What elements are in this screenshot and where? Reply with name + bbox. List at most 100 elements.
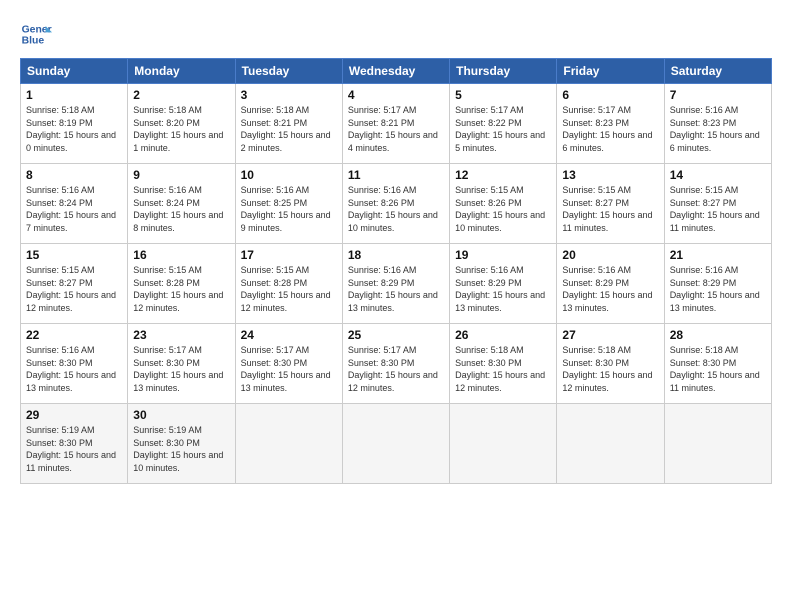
day-number: 24	[241, 328, 337, 342]
calendar-cell: 8 Sunrise: 5:16 AMSunset: 8:24 PMDaylight…	[21, 164, 128, 244]
calendar-cell: 22 Sunrise: 5:16 AMSunset: 8:30 PMDayligh…	[21, 324, 128, 404]
calendar-cell: 25 Sunrise: 5:17 AMSunset: 8:30 PMDayligh…	[342, 324, 449, 404]
day-info: Sunrise: 5:16 AMSunset: 8:29 PMDaylight:…	[562, 265, 652, 313]
weekday-header-sunday: Sunday	[21, 59, 128, 84]
day-info: Sunrise: 5:17 AMSunset: 8:30 PMDaylight:…	[241, 345, 331, 393]
week-row-5: 29 Sunrise: 5:19 AMSunset: 8:30 PMDayligh…	[21, 404, 772, 484]
day-info: Sunrise: 5:16 AMSunset: 8:29 PMDaylight:…	[348, 265, 438, 313]
day-info: Sunrise: 5:18 AMSunset: 8:30 PMDaylight:…	[562, 345, 652, 393]
day-number: 15	[26, 248, 122, 262]
day-info: Sunrise: 5:15 AMSunset: 8:27 PMDaylight:…	[562, 185, 652, 233]
day-info: Sunrise: 5:18 AMSunset: 8:20 PMDaylight:…	[133, 105, 223, 153]
calendar-cell: 19 Sunrise: 5:16 AMSunset: 8:29 PMDayligh…	[450, 244, 557, 324]
day-number: 19	[455, 248, 551, 262]
day-number: 11	[348, 168, 444, 182]
day-info: Sunrise: 5:18 AMSunset: 8:21 PMDaylight:…	[241, 105, 331, 153]
calendar-cell: 13Sunrise: 5:15 AMSunset: 8:27 PMDayligh…	[557, 164, 664, 244]
day-info: Sunrise: 5:16 AMSunset: 8:23 PMDaylight:…	[670, 105, 760, 153]
day-info: Sunrise: 5:17 AMSunset: 8:21 PMDaylight:…	[348, 105, 438, 153]
day-info: Sunrise: 5:15 AMSunset: 8:28 PMDaylight:…	[241, 265, 331, 313]
calendar-cell	[235, 404, 342, 484]
day-info: Sunrise: 5:17 AMSunset: 8:30 PMDaylight:…	[348, 345, 438, 393]
day-number: 10	[241, 168, 337, 182]
weekday-header-monday: Monday	[128, 59, 235, 84]
day-info: Sunrise: 5:17 AMSunset: 8:23 PMDaylight:…	[562, 105, 652, 153]
calendar-cell: 24 Sunrise: 5:17 AMSunset: 8:30 PMDayligh…	[235, 324, 342, 404]
calendar-cell	[664, 404, 771, 484]
day-number: 29	[26, 408, 122, 422]
weekday-header-wednesday: Wednesday	[342, 59, 449, 84]
week-row-4: 22 Sunrise: 5:16 AMSunset: 8:30 PMDayligh…	[21, 324, 772, 404]
day-info: Sunrise: 5:15 AMSunset: 8:27 PMDaylight:…	[670, 185, 760, 233]
calendar-cell: 11 Sunrise: 5:16 AMSunset: 8:26 PMDayligh…	[342, 164, 449, 244]
day-number: 14	[670, 168, 766, 182]
calendar-cell: 9Sunrise: 5:16 AMSunset: 8:24 PMDaylight…	[128, 164, 235, 244]
calendar-cell: 16Sunrise: 5:15 AMSunset: 8:28 PMDayligh…	[128, 244, 235, 324]
calendar-cell	[557, 404, 664, 484]
logo-icon: General Blue	[20, 18, 52, 50]
day-info: Sunrise: 5:16 AMSunset: 8:29 PMDaylight:…	[670, 265, 760, 313]
day-number: 12	[455, 168, 551, 182]
calendar-cell: 20 Sunrise: 5:16 AMSunset: 8:29 PMDayligh…	[557, 244, 664, 324]
day-info: Sunrise: 5:16 AMSunset: 8:25 PMDaylight:…	[241, 185, 331, 233]
week-row-2: 8 Sunrise: 5:16 AMSunset: 8:24 PMDaylight…	[21, 164, 772, 244]
page: General Blue SundayMondayTuesdayWednesda…	[0, 0, 792, 612]
weekday-header-thursday: Thursday	[450, 59, 557, 84]
day-number: 30	[133, 408, 229, 422]
day-info: Sunrise: 5:18 AMSunset: 8:30 PMDaylight:…	[670, 345, 760, 393]
week-row-3: 15 Sunrise: 5:15 AMSunset: 8:27 PMDayligh…	[21, 244, 772, 324]
calendar-cell: 30 Sunrise: 5:19 AMSunset: 8:30 PMDayligh…	[128, 404, 235, 484]
svg-text:Blue: Blue	[22, 36, 45, 47]
calendar-cell: 5 Sunrise: 5:17 AMSunset: 8:22 PMDaylight…	[450, 84, 557, 164]
day-number: 5	[455, 88, 551, 102]
day-number: 17	[241, 248, 337, 262]
week-row-1: 1Sunrise: 5:18 AMSunset: 8:19 PMDaylight…	[21, 84, 772, 164]
day-number: 4	[348, 88, 444, 102]
day-info: Sunrise: 5:16 AMSunset: 8:29 PMDaylight:…	[455, 265, 545, 313]
day-info: Sunrise: 5:16 AMSunset: 8:26 PMDaylight:…	[348, 185, 438, 233]
day-number: 25	[348, 328, 444, 342]
day-info: Sunrise: 5:15 AMSunset: 8:28 PMDaylight:…	[133, 265, 223, 313]
calendar-cell: 2 Sunrise: 5:18 AMSunset: 8:20 PMDaylight…	[128, 84, 235, 164]
day-number: 27	[562, 328, 658, 342]
day-number: 7	[670, 88, 766, 102]
day-info: Sunrise: 5:15 AMSunset: 8:27 PMDaylight:…	[26, 265, 116, 313]
day-info: Sunrise: 5:16 AMSunset: 8:30 PMDaylight:…	[26, 345, 116, 393]
day-number: 6	[562, 88, 658, 102]
day-number: 23	[133, 328, 229, 342]
calendar-cell	[342, 404, 449, 484]
day-info: Sunrise: 5:19 AMSunset: 8:30 PMDaylight:…	[26, 425, 116, 473]
calendar-cell: 10 Sunrise: 5:16 AMSunset: 8:25 PMDayligh…	[235, 164, 342, 244]
day-info: Sunrise: 5:18 AMSunset: 8:19 PMDaylight:…	[26, 105, 116, 153]
calendar-cell: 28 Sunrise: 5:18 AMSunset: 8:30 PMDayligh…	[664, 324, 771, 404]
calendar-cell: 26 Sunrise: 5:18 AMSunset: 8:30 PMDayligh…	[450, 324, 557, 404]
weekday-header-tuesday: Tuesday	[235, 59, 342, 84]
day-info: Sunrise: 5:19 AMSunset: 8:30 PMDaylight:…	[133, 425, 223, 473]
calendar-cell: 6 Sunrise: 5:17 AMSunset: 8:23 PMDaylight…	[557, 84, 664, 164]
day-info: Sunrise: 5:18 AMSunset: 8:30 PMDaylight:…	[455, 345, 545, 393]
day-number: 28	[670, 328, 766, 342]
calendar-cell: 1Sunrise: 5:18 AMSunset: 8:19 PMDaylight…	[21, 84, 128, 164]
day-info: Sunrise: 5:15 AMSunset: 8:26 PMDaylight:…	[455, 185, 545, 233]
weekday-header-friday: Friday	[557, 59, 664, 84]
calendar-cell: 14 Sunrise: 5:15 AMSunset: 8:27 PMDayligh…	[664, 164, 771, 244]
day-number: 20	[562, 248, 658, 262]
day-number: 22	[26, 328, 122, 342]
header: General Blue	[20, 18, 772, 50]
day-info: Sunrise: 5:17 AMSunset: 8:30 PMDaylight:…	[133, 345, 223, 393]
calendar: SundayMondayTuesdayWednesdayThursdayFrid…	[20, 58, 772, 484]
day-number: 26	[455, 328, 551, 342]
weekday-header-row: SundayMondayTuesdayWednesdayThursdayFrid…	[21, 59, 772, 84]
day-number: 21	[670, 248, 766, 262]
day-info: Sunrise: 5:17 AMSunset: 8:22 PMDaylight:…	[455, 105, 545, 153]
day-number: 8	[26, 168, 122, 182]
calendar-cell: 21 Sunrise: 5:16 AMSunset: 8:29 PMDayligh…	[664, 244, 771, 324]
logo: General Blue	[20, 18, 54, 50]
calendar-cell: 17 Sunrise: 5:15 AMSunset: 8:28 PMDayligh…	[235, 244, 342, 324]
weekday-header-saturday: Saturday	[664, 59, 771, 84]
day-info: Sunrise: 5:16 AMSunset: 8:24 PMDaylight:…	[26, 185, 116, 233]
day-number: 2	[133, 88, 229, 102]
day-number: 3	[241, 88, 337, 102]
day-number: 18	[348, 248, 444, 262]
calendar-cell: 15 Sunrise: 5:15 AMSunset: 8:27 PMDayligh…	[21, 244, 128, 324]
